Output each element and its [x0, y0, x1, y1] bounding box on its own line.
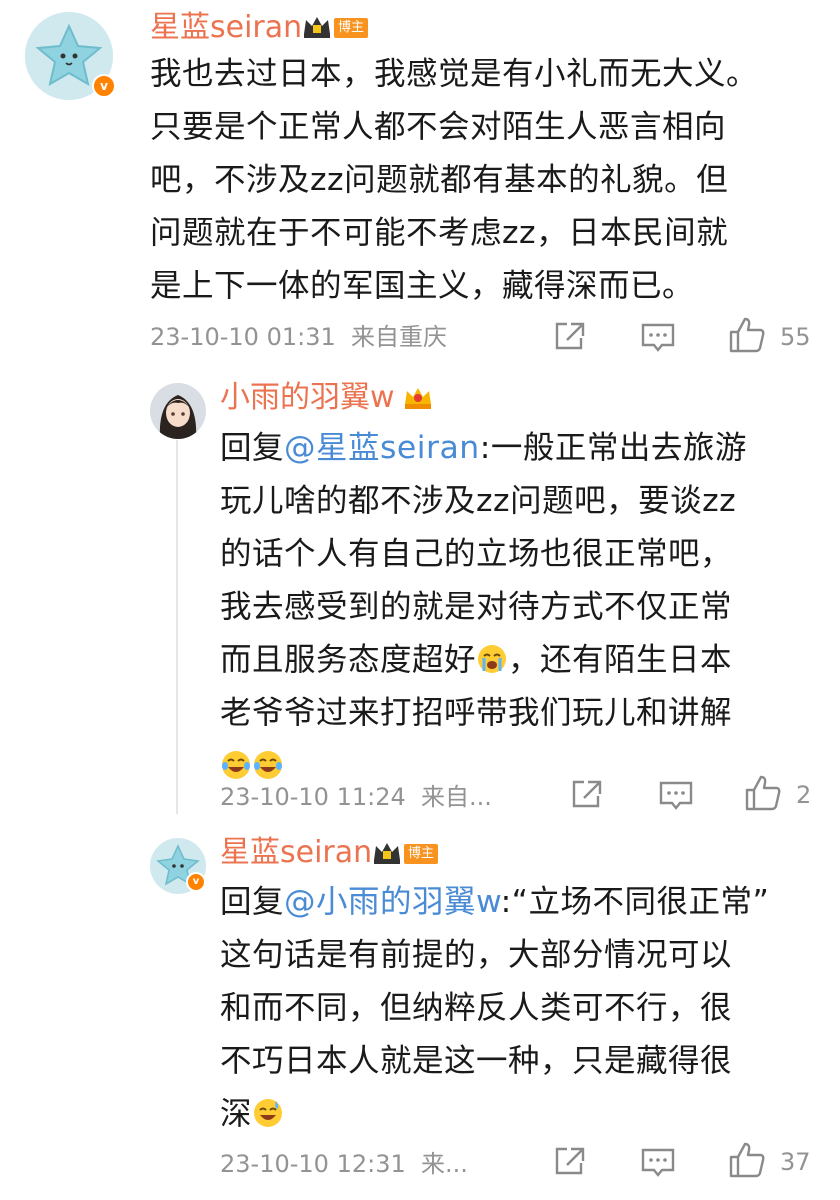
like-button[interactable] — [728, 1141, 766, 1179]
thumbs-up-icon — [745, 775, 781, 811]
timestamp: 23-10-10 01:31 — [150, 323, 336, 351]
crown-icon — [374, 843, 400, 864]
comment-meta: 23-10-10 01:31 来自重庆 — [150, 322, 447, 352]
mention-link[interactable]: @小雨的羽翼w — [284, 884, 501, 920]
share-button[interactable] — [553, 1145, 587, 1177]
verified-badge: v — [186, 872, 206, 892]
share-icon — [555, 322, 585, 350]
tears-of-joy-icon — [222, 751, 250, 779]
comment-icon — [641, 323, 675, 352]
like-button[interactable] — [728, 316, 766, 354]
comment-button[interactable] — [658, 780, 694, 812]
like-count: 2 — [796, 781, 812, 809]
comment-icon — [641, 1148, 675, 1177]
comment-button[interactable] — [640, 1147, 676, 1179]
share-icon — [555, 1147, 585, 1175]
crown-icon — [304, 17, 330, 38]
thumbs-up-icon — [729, 317, 765, 353]
comment-icon — [659, 781, 693, 810]
like-button[interactable] — [744, 774, 782, 812]
thread-line — [176, 440, 178, 814]
grinning-sweat-icon — [254, 1099, 283, 1127]
like-count: 55 — [780, 323, 811, 351]
reply-meta: 23-10-10 11:24 来自... — [220, 782, 492, 812]
reply-text: 回复@小雨的羽翼w:“立场不同很正常” 这句话是有前提的，大部分情况可以 和而不… — [220, 884, 770, 1132]
share-icon — [572, 780, 602, 808]
reply-meta: 23-10-10 12:31 来... — [220, 1149, 468, 1179]
blogger-badge: 博主 — [334, 18, 369, 38]
username[interactable]: 小雨的羽翼w — [220, 380, 395, 416]
share-button[interactable] — [570, 778, 604, 810]
share-button[interactable] — [553, 320, 587, 352]
location: 来自重庆 — [351, 323, 447, 351]
thumbs-up-icon — [729, 1142, 765, 1178]
like-count: 37 — [780, 1148, 811, 1176]
username[interactable]: 星蓝seiran — [220, 835, 372, 871]
mention-link[interactable]: @星蓝seiran — [284, 430, 480, 466]
avatar-xiaoyu[interactable] — [150, 383, 206, 439]
username[interactable]: 星蓝seiran — [150, 10, 302, 46]
blogger-badge: 博主 — [404, 844, 439, 864]
comment-text: 我也去过日本，我感觉是有小礼而无大义。 只要是个正常人都不会对陌生人恶言相向 吧… — [150, 56, 759, 304]
anime-girl-avatar-icon — [150, 383, 206, 439]
crown-icon — [405, 388, 431, 409]
loudly-crying-face-icon — [478, 645, 507, 673]
location: 来... — [421, 1150, 468, 1178]
comment-button[interactable] — [640, 322, 676, 354]
reply-text: 回复@星蓝seiran:一般正常出去旅游 玩儿啥的都不涉及zz问题吧，要谈zz … — [220, 422, 830, 793]
verified-badge: v — [92, 74, 116, 98]
location: 来自... — [421, 783, 492, 811]
timestamp: 23-10-10 12:31 — [220, 1150, 406, 1178]
timestamp: 23-10-10 11:24 — [220, 783, 406, 811]
tears-of-joy-icon — [254, 751, 282, 779]
